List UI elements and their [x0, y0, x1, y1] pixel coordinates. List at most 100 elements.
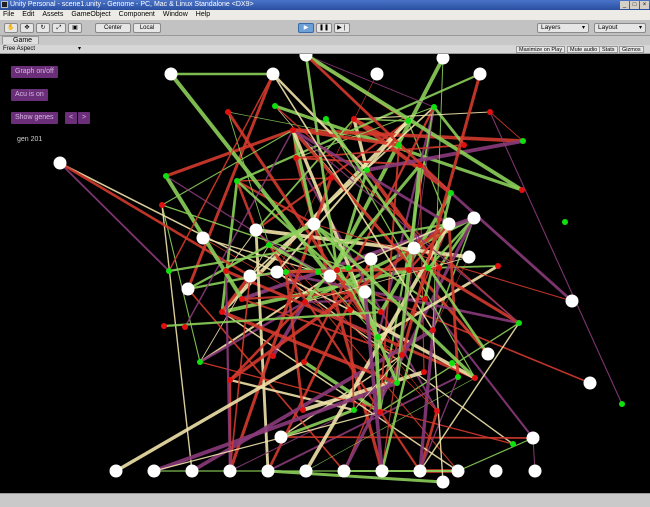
move-tool-button[interactable]: ✥	[20, 23, 34, 33]
edge	[165, 128, 294, 178]
red-node	[159, 202, 165, 208]
green-node	[364, 167, 370, 173]
layout-label: Layout	[598, 24, 618, 31]
node	[164, 67, 178, 81]
node	[266, 67, 280, 81]
tab-game[interactable]: Game	[2, 36, 40, 44]
red-node	[219, 309, 225, 315]
node	[462, 250, 476, 264]
menu-window[interactable]: Window	[163, 10, 188, 20]
red-node	[406, 267, 412, 273]
red-node	[472, 375, 478, 381]
game-viewport[interactable]: Graph on/off Acu is on Show genes < > ge…	[0, 54, 650, 493]
edge	[165, 175, 319, 273]
node	[196, 231, 210, 245]
window-controls: _ □ ×	[620, 1, 649, 9]
green-node	[449, 360, 455, 366]
mute-audio-button[interactable]: Mute audio	[567, 46, 601, 53]
rotate-icon: ↻	[40, 25, 46, 31]
rect-tool-button[interactable]: ▣	[68, 23, 82, 33]
node	[307, 217, 321, 231]
show-genes-button[interactable]: Show genes	[11, 112, 58, 124]
panel-tab-bar: Game	[0, 36, 650, 45]
edge	[427, 266, 520, 325]
green-node	[394, 380, 400, 386]
edge-group	[59, 54, 623, 484]
green-node	[272, 103, 278, 109]
play-button[interactable]: ▶	[298, 23, 314, 33]
pause-button[interactable]: ❚❚	[316, 23, 332, 33]
red-node	[487, 109, 493, 115]
node	[358, 285, 372, 299]
prev-button[interactable]: <	[65, 112, 78, 124]
step-button[interactable]: ▶❘	[334, 23, 350, 33]
menu-edit[interactable]: Edit	[22, 10, 34, 20]
pivot-center-button[interactable]: Center	[95, 23, 131, 33]
node	[274, 430, 288, 444]
red-node	[461, 142, 467, 148]
maximize-on-play-button[interactable]: Maximize on Play	[516, 46, 566, 53]
red-node	[421, 369, 427, 375]
red-node	[223, 268, 229, 274]
node	[185, 464, 199, 478]
close-button[interactable]: ×	[640, 1, 649, 9]
green-node	[266, 242, 272, 248]
layout-dropdown[interactable]: Layout	[594, 23, 646, 33]
red-node	[399, 352, 405, 358]
green-node	[520, 138, 526, 144]
green-node	[163, 173, 169, 179]
menu-component[interactable]: Component	[119, 10, 155, 20]
next-button[interactable]: >	[78, 112, 91, 124]
maximize-button[interactable]: □	[630, 1, 639, 9]
graph-toggle-button[interactable]: Graph on/off	[11, 66, 58, 78]
node	[467, 211, 481, 225]
aspect-dropdown[interactable]: Free Aspect	[3, 45, 35, 54]
node	[109, 464, 123, 478]
green-node	[234, 178, 240, 184]
acu-toggle-button[interactable]: Acu is on	[11, 89, 48, 101]
green-node	[315, 269, 321, 275]
menu-file[interactable]: File	[3, 10, 14, 20]
play-icon: ▶	[303, 25, 309, 31]
gizmos-button[interactable]: Gizmos	[619, 46, 644, 53]
node	[436, 475, 450, 489]
red-node	[495, 263, 501, 269]
menu-assets[interactable]: Assets	[42, 10, 63, 20]
red-node	[422, 296, 428, 302]
red-node	[225, 109, 231, 115]
node	[407, 241, 421, 255]
game-view-toolbar: Free Aspect ▾ Maximize on Play Mute audi…	[0, 45, 650, 54]
green-node	[431, 104, 437, 110]
center-label: Center	[103, 25, 122, 31]
hand-icon: ✋	[7, 25, 15, 31]
scale-icon: ⤢	[56, 25, 62, 31]
edge	[305, 54, 435, 108]
edge	[419, 322, 520, 472]
node	[375, 464, 389, 478]
minimize-button[interactable]: _	[620, 1, 629, 9]
stats-button[interactable]: Stats	[599, 46, 618, 53]
menu-help[interactable]: Help	[196, 10, 210, 20]
green-node	[323, 116, 329, 122]
node	[413, 464, 427, 478]
network-graph	[53, 54, 625, 489]
hand-tool-button[interactable]: ✋	[4, 23, 18, 33]
green-node	[510, 441, 516, 447]
window-titlebar: Unity Personal - scene1.unity - Genome -…	[0, 0, 650, 10]
node	[364, 252, 378, 266]
node	[565, 294, 579, 308]
green-node	[396, 142, 402, 148]
pivot-local-button[interactable]: Local	[133, 23, 161, 33]
node	[261, 464, 275, 478]
green-node	[197, 359, 203, 365]
menu-gameobject[interactable]: GameObject	[71, 10, 110, 20]
rotate-tool-button[interactable]: ↻	[36, 23, 50, 33]
green-node	[345, 265, 351, 271]
layers-dropdown[interactable]: Layers	[537, 23, 589, 33]
scale-tool-button[interactable]: ⤢	[52, 23, 66, 33]
green-node	[448, 190, 454, 196]
node	[249, 223, 263, 237]
edge	[489, 111, 524, 142]
green-node	[619, 401, 625, 407]
red-node	[290, 127, 296, 133]
